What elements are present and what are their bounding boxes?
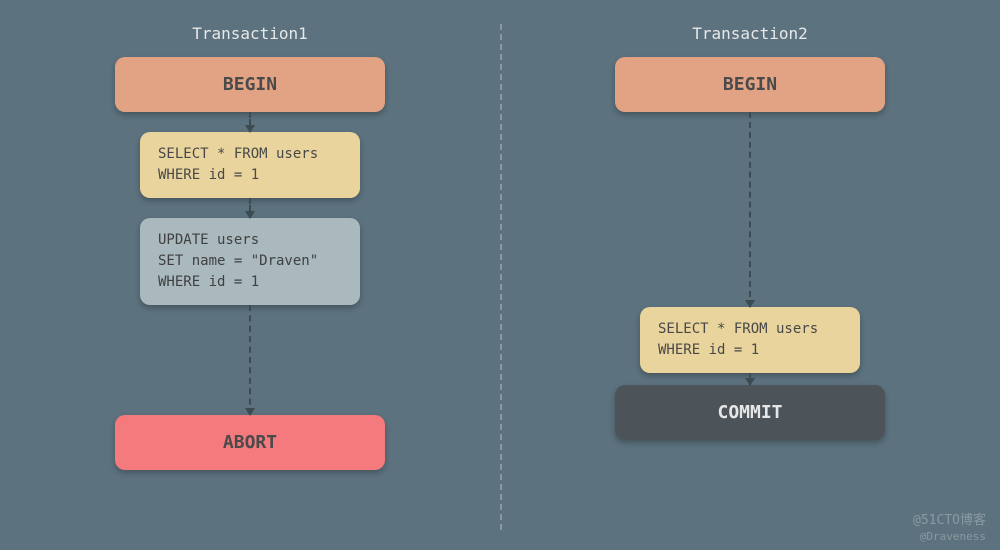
column-divider xyxy=(500,24,502,530)
arrow-down-icon xyxy=(249,305,251,415)
arrow-down-icon xyxy=(749,373,751,385)
watermark-line-2: @Draveness xyxy=(913,530,986,544)
begin-box: BEGIN xyxy=(615,57,885,112)
watermark-line-1: @51CTO博客 xyxy=(913,513,986,530)
transaction-2-title: Transaction2 xyxy=(692,24,808,43)
transaction-1-column: Transaction1 BEGIN SELECT * FROM users W… xyxy=(0,24,500,530)
transaction-2-column: Transaction2 BEGIN SELECT * FROM users W… xyxy=(500,24,1000,530)
watermark: @51CTO博客 @Draveness xyxy=(913,513,986,544)
select-box: SELECT * FROM users WHERE id = 1 xyxy=(140,132,360,198)
select-box: SELECT * FROM users WHERE id = 1 xyxy=(640,307,860,373)
begin-box: BEGIN xyxy=(115,57,385,112)
update-box: UPDATE users SET name = "Draven" WHERE i… xyxy=(140,218,360,305)
arrow-down-icon xyxy=(749,112,751,307)
arrow-down-icon xyxy=(249,112,251,132)
arrow-down-icon xyxy=(249,198,251,218)
transaction-1-title: Transaction1 xyxy=(192,24,308,43)
commit-box: COMMIT xyxy=(615,385,885,440)
abort-box: ABORT xyxy=(115,415,385,470)
